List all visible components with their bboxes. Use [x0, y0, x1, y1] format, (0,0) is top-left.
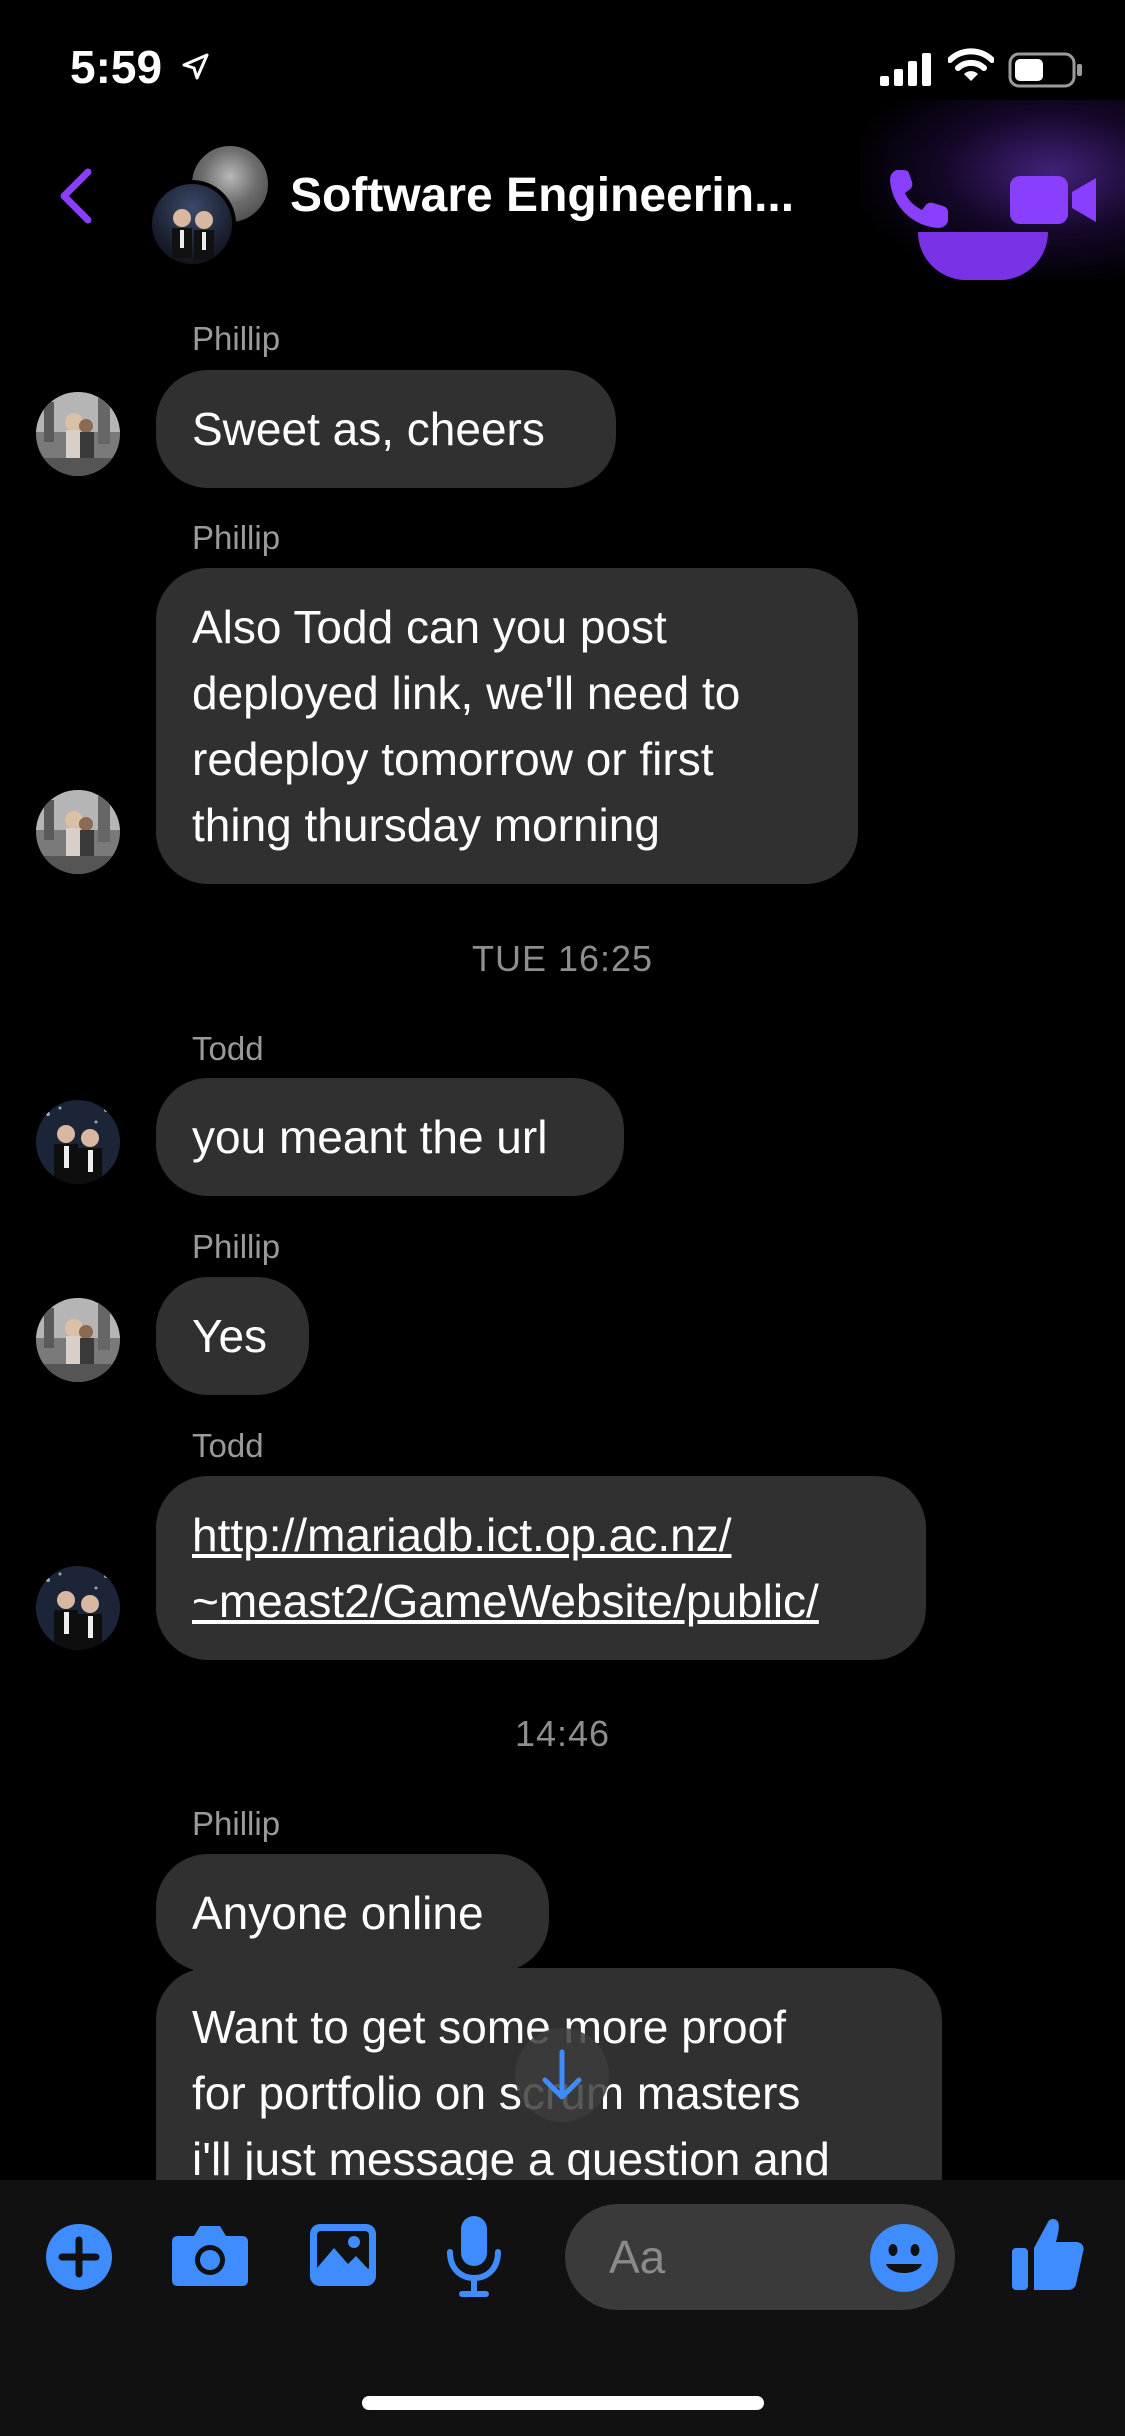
battery-icon: [1008, 52, 1082, 88]
message-bubble[interactable]: Sweet as, cheers: [156, 370, 616, 488]
emoji-icon[interactable]: [868, 2222, 940, 2294]
message-text-line: redeploy tomorrow or first: [192, 733, 714, 785]
scroll-to-bottom-button[interactable]: [515, 2028, 609, 2122]
message-text-line[interactable]: ~meast2/GameWebsite/public/: [192, 1568, 890, 1634]
message-text-line: Also Todd can you post: [192, 601, 667, 653]
message-link[interactable]: http://mariadb.ict.op.ac.nz/: [192, 1509, 732, 1561]
message-bubble[interactable]: Also Todd can you post deployed link, we…: [156, 568, 858, 884]
avatar-photo-icon: [36, 1298, 120, 1382]
avatar-todd[interactable]: [36, 1100, 120, 1184]
message-bubble[interactable]: Anyone online: [156, 1854, 549, 1972]
avatar-phillip[interactable]: [36, 790, 120, 874]
arrow-down-icon: [542, 2049, 582, 2100]
message-bubble[interactable]: http://mariadb.ict.op.ac.nz/ ~meast2/Gam…: [156, 1476, 926, 1660]
avatar-photo-icon: [36, 392, 120, 476]
avatar-todd[interactable]: [36, 1566, 120, 1650]
group-avatar-photo-front: [148, 180, 236, 268]
wifi-icon: [948, 48, 994, 81]
phone-call-icon[interactable]: [884, 164, 954, 234]
message-text-line: thing thursday morning: [192, 799, 660, 851]
plus-circle-icon[interactable]: [44, 2222, 114, 2292]
message-sender: Phillip: [192, 1805, 281, 1842]
photo-gallery-icon[interactable]: [308, 2222, 378, 2288]
messenger-screen: 5:59 Software Engineerin... Phillip Swee…: [0, 0, 1125, 2436]
avatar-phillip[interactable]: [36, 392, 120, 476]
cellular-signal-icon: [880, 53, 931, 86]
thumbs-up-icon[interactable]: [1010, 2214, 1086, 2294]
back-icon[interactable]: [52, 166, 102, 226]
message-sender: Phillip: [192, 1228, 281, 1265]
status-time: 5:59: [70, 41, 163, 93]
message-link[interactable]: ~meast2/GameWebsite/public/: [192, 1575, 819, 1627]
avatar-photo-icon: [36, 1100, 120, 1184]
message-text-line: Yes: [192, 1310, 268, 1362]
message-sender: Todd: [192, 1427, 264, 1464]
timestamp-divider: 14:46: [514, 1713, 611, 1754]
video-call-icon[interactable]: [1008, 170, 1100, 230]
message-bubble[interactable]: Yes: [156, 1277, 309, 1395]
avatar-photo-icon: [36, 790, 120, 874]
message-bubble[interactable]: you meant the url: [156, 1078, 624, 1196]
message-text-line: Anyone online: [192, 1887, 484, 1939]
message-text-line: you meant the url: [192, 1111, 548, 1163]
people-silhouette-icon: [172, 209, 214, 260]
group-avatar[interactable]: [148, 142, 272, 268]
conversation-title[interactable]: Software Engineerin...: [290, 168, 794, 223]
message-sender: Phillip: [192, 320, 281, 357]
message-sender: Todd: [192, 1030, 264, 1067]
message-text-line[interactable]: http://mariadb.ict.op.ac.nz/: [192, 1502, 890, 1568]
message-text-line: deployed link, we'll need to: [192, 667, 741, 719]
camera-icon[interactable]: [170, 2222, 250, 2288]
microphone-icon[interactable]: [444, 2214, 504, 2298]
avatar-phillip[interactable]: [36, 1298, 120, 1382]
avatar-photo-icon: [36, 1566, 120, 1650]
message-text-line: Sweet as, cheers: [192, 403, 545, 455]
location-arrow-icon: [182, 53, 209, 80]
message-sender: Phillip: [192, 519, 281, 556]
home-indicator[interactable]: [362, 2396, 764, 2410]
timestamp-divider: TUE 16:25: [471, 938, 654, 979]
